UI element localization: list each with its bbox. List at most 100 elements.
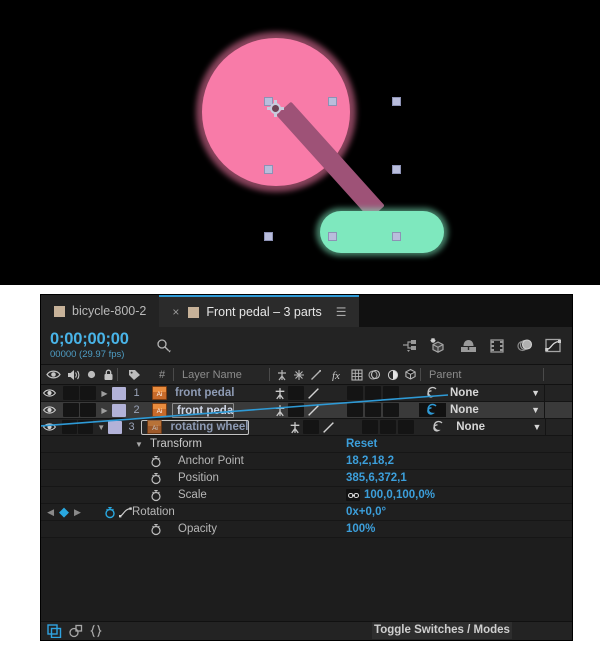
selection-handle[interactable]: [264, 165, 273, 174]
scale-value[interactable]: 100,0,100,0%: [346, 489, 435, 501]
shy-icon[interactable]: [273, 404, 287, 417]
anchor-point-icon[interactable]: [267, 100, 284, 117]
toggle-switches-modes-button[interactable]: Toggle Switches / Modes: [372, 622, 512, 639]
layer-switches-icon[interactable]: [69, 624, 83, 638]
opacity-stopwatch[interactable]: [147, 523, 164, 536]
rotation-value[interactable]: 0x+0,0°: [346, 506, 386, 518]
layer-audio-toggle[interactable]: [63, 386, 79, 400]
frame-blending-icon[interactable]: [489, 338, 505, 354]
transform-reset-link[interactable]: Reset: [346, 438, 377, 450]
layer-solo-toggle[interactable]: [80, 403, 96, 417]
panel-menu-icon[interactable]: ☰: [336, 305, 347, 319]
parent-pickwhip[interactable]: [427, 420, 453, 434]
selection-handle[interactable]: [392, 232, 401, 241]
parent-dropdown[interactable]: None ▼: [446, 386, 544, 400]
previous-keyframe-arrow[interactable]: ◀: [47, 507, 54, 518]
property-row-scale[interactable]: Scale 100,0,100,0%: [41, 487, 572, 504]
opacity-value[interactable]: 100%: [346, 523, 375, 535]
quality-switch-icon[interactable]: [321, 421, 336, 434]
keyframe-navigator[interactable]: ◀ ◆ ▶: [41, 505, 87, 518]
draft-3d-icon[interactable]: [429, 337, 448, 354]
three-d-switch[interactable]: [383, 403, 399, 417]
layer-drop-target[interactable]: Ai rotating wheel: [141, 419, 250, 435]
layer-visibility-toggle[interactable]: [41, 422, 57, 432]
label-column-header[interactable]: [118, 369, 151, 381]
rotation-stopwatch[interactable]: [101, 506, 118, 519]
position-stopwatch[interactable]: [147, 472, 164, 485]
tab-front-pedal-3-parts[interactable]: × Front pedal – 3 parts ☰: [159, 295, 360, 327]
layer-audio-toggle[interactable]: [63, 403, 79, 417]
graph-editor-icon[interactable]: [544, 337, 563, 354]
search-input[interactable]: [153, 336, 223, 356]
property-row-anchor-point[interactable]: Anchor Point 18,2,18,2: [41, 453, 572, 470]
shy-icon[interactable]: [288, 421, 302, 434]
constrain-proportions-icon[interactable]: [346, 489, 360, 501]
layer-audio-toggle[interactable]: [61, 420, 77, 434]
anchor-point-value[interactable]: 18,2,18,2: [346, 455, 394, 467]
parent-pickwhip[interactable]: [419, 403, 446, 417]
composition-viewer[interactable]: [0, 0, 600, 285]
layer-visibility-toggle[interactable]: [41, 388, 58, 398]
selection-handle[interactable]: [392, 97, 401, 106]
close-icon[interactable]: ×: [172, 305, 179, 319]
motion-blur-icon[interactable]: [516, 338, 533, 354]
transform-group-row[interactable]: ▼ Transform Reset: [41, 436, 572, 453]
shy-icon[interactable]: [273, 387, 287, 400]
three-d-switch[interactable]: [383, 386, 399, 400]
layer-row[interactable]: ▶ 1 Ai front pedal None ▼: [41, 385, 572, 402]
selection-handle[interactable]: [328, 97, 337, 106]
frame-blend-switch[interactable]: [362, 420, 379, 434]
next-keyframe-arrow[interactable]: ▶: [74, 507, 81, 518]
layer-label-color[interactable]: [112, 403, 126, 417]
selection-handle[interactable]: [264, 232, 273, 241]
transform-twirl-arrow[interactable]: ▼: [131, 440, 147, 449]
composition-switches-icon[interactable]: [47, 624, 62, 638]
collapse-transformations-switch[interactable]: [288, 386, 304, 400]
motion-blur-switch[interactable]: [380, 420, 397, 434]
property-row-opacity[interactable]: Opacity 100%: [41, 521, 572, 538]
layer-switches[interactable]: [284, 420, 426, 434]
selection-handle[interactable]: [328, 232, 337, 241]
quality-switch-icon[interactable]: [306, 404, 321, 417]
collapse-transformations-switch[interactable]: [288, 403, 304, 417]
anchor-point-stopwatch[interactable]: [147, 455, 164, 468]
property-row-rotation[interactable]: ◀ ◆ ▶ Rotation 0x+0,0°: [41, 504, 572, 521]
layer-name-header[interactable]: Layer Name: [174, 369, 269, 381]
position-value[interactable]: 385,6,372,1: [346, 472, 407, 484]
layer-row[interactable]: ▼ 3 Ai rotating wheel None ▼: [41, 419, 572, 436]
layer-switches[interactable]: [269, 403, 419, 417]
front-pedal-shape[interactable]: [320, 211, 444, 253]
layer-name-edit-field[interactable]: front pedal 2: [172, 402, 234, 418]
tab-bicycle-800-2[interactable]: bicycle-800-2: [41, 295, 160, 327]
layer-solo-toggle[interactable]: [80, 386, 96, 400]
motion-blur-switch[interactable]: [365, 386, 381, 400]
layer-name[interactable]: rotating wheel: [167, 421, 248, 433]
layer-label-color[interactable]: [108, 420, 122, 434]
frame-blend-switch[interactable]: [347, 403, 363, 417]
layer-twirl-arrow[interactable]: ▼: [94, 423, 108, 432]
hide-shy-layers-icon[interactable]: [459, 338, 478, 354]
parent-dropdown[interactable]: None ▼: [446, 403, 544, 417]
parent-dropdown[interactable]: None ▼: [452, 420, 545, 434]
three-d-switch[interactable]: [398, 420, 415, 434]
timecode-value[interactable]: 0;00;00;00: [50, 330, 151, 348]
scale-stopwatch[interactable]: [147, 489, 164, 502]
frame-blend-switch[interactable]: [347, 386, 363, 400]
parent-pickwhip[interactable]: [419, 386, 446, 400]
quality-switch-icon[interactable]: [306, 387, 321, 400]
layer-name[interactable]: front pedal: [172, 387, 269, 399]
layer-switches[interactable]: [269, 386, 419, 400]
layer-row[interactable]: ▶ 2 Ai front pedal 2: [41, 402, 572, 419]
layer-visibility-toggle[interactable]: [41, 405, 58, 415]
rotation-graph-toggle[interactable]: [118, 506, 132, 518]
expression-icon[interactable]: [90, 624, 102, 638]
layer-twirl-arrow[interactable]: ▶: [97, 406, 112, 415]
composition-mini-flowchart-icon[interactable]: [401, 338, 418, 353]
layer-twirl-arrow[interactable]: ▶: [97, 389, 112, 398]
current-time-display[interactable]: 0;00;00;00 00000 (29.97 fps): [41, 330, 151, 361]
selection-handle[interactable]: [392, 165, 401, 174]
layer-label-color[interactable]: [112, 386, 126, 400]
property-row-position[interactable]: Position 385,6,372,1: [41, 470, 572, 487]
motion-blur-switch[interactable]: [365, 403, 381, 417]
collapse-transformations-switch[interactable]: [303, 420, 320, 434]
